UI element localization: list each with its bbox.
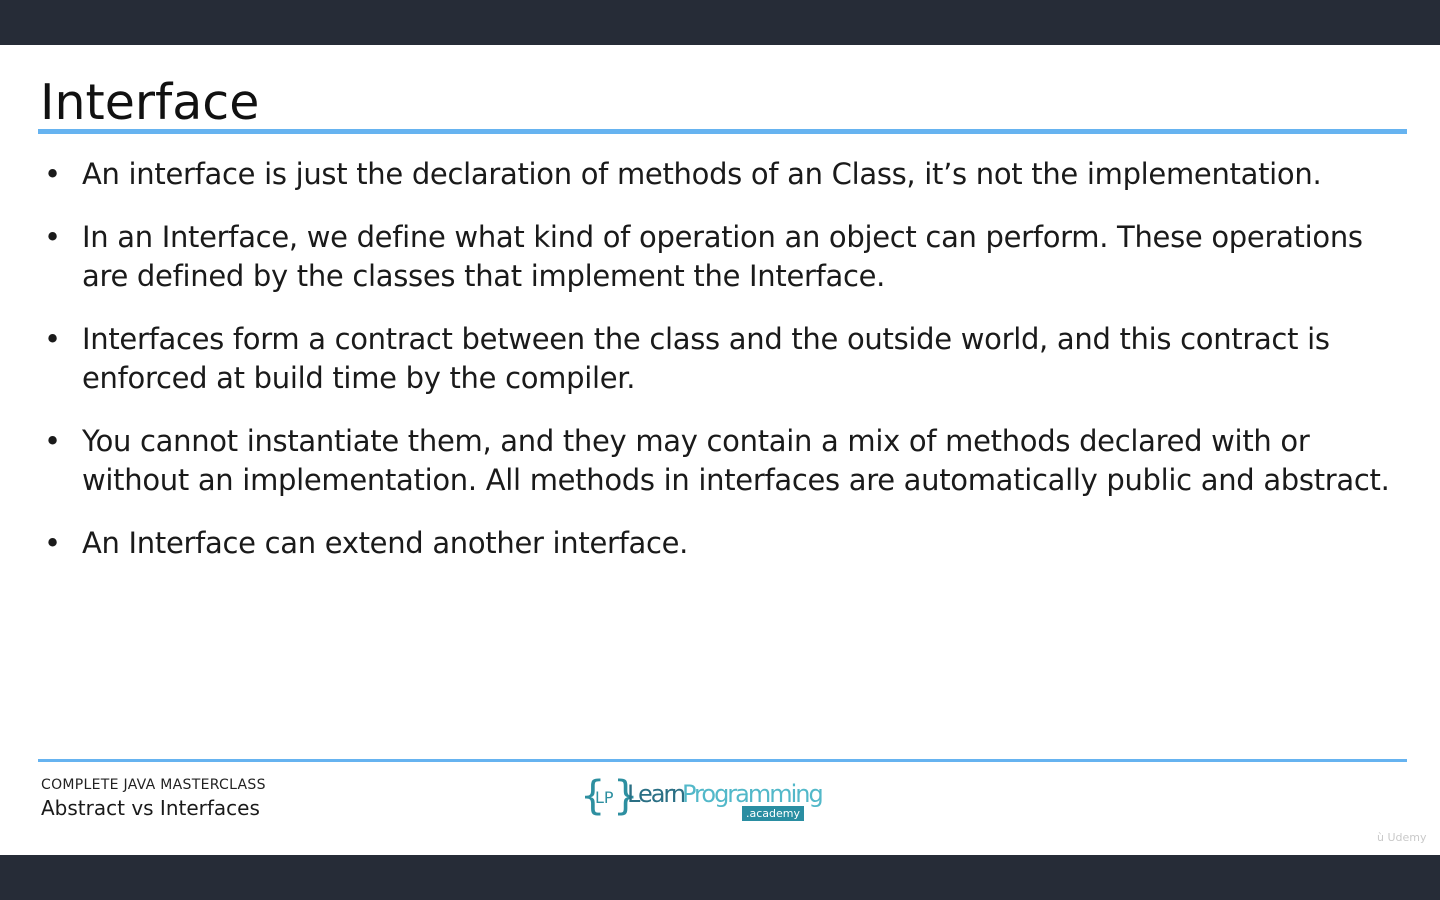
section-name: Abstract vs Interfaces — [41, 796, 260, 820]
slide: Interface • An interface is just the dec… — [0, 45, 1440, 855]
footer-divider — [38, 759, 1407, 762]
bullet-text: Interfaces form a contract between the c… — [82, 322, 1330, 395]
logo-word-programming: Programming — [682, 780, 824, 808]
bullet-text: In an Interface, we define what kind of … — [82, 220, 1363, 293]
logo-initials: LP — [595, 788, 614, 807]
course-name: COMPLETE JAVA MASTERCLASS — [41, 777, 266, 793]
bullet-dot: • — [44, 526, 61, 560]
bullet-item: • In an Interface, we define what kind o… — [40, 218, 1390, 296]
logo-academy-badge: .academy — [742, 806, 805, 821]
bullet-dot: • — [44, 157, 61, 191]
udemy-logo-icon: ù — [1377, 831, 1388, 844]
learn-programming-logo: { LP } Learn Programming .academy — [580, 774, 825, 826]
bullet-dot: • — [44, 322, 61, 356]
bullet-item: • Interfaces form a contract between the… — [40, 320, 1390, 398]
bullet-item: • An Interface can extend another interf… — [40, 524, 1390, 563]
logo-word-learn: Learn — [627, 780, 686, 808]
bullet-dot: • — [44, 220, 61, 254]
udemy-watermark: ù Udemy — [1377, 831, 1427, 844]
watermark-text: Udemy — [1387, 831, 1427, 844]
bullet-list: • An interface is just the declaration o… — [40, 155, 1390, 587]
slide-title: Interface — [40, 74, 260, 131]
bullet-text: An Interface can extend another interfac… — [82, 526, 689, 560]
bottom-letterbox-bar — [0, 855, 1440, 900]
bullet-item: • An interface is just the declaration o… — [40, 155, 1390, 194]
title-divider — [38, 129, 1407, 134]
bullet-text: An interface is just the declaration of … — [82, 157, 1322, 191]
bullet-dot: • — [44, 424, 61, 458]
bullet-text: You cannot instantiate them, and they ma… — [82, 424, 1390, 497]
bullet-item: • You cannot instantiate them, and they … — [40, 422, 1390, 500]
top-letterbox-bar — [0, 0, 1440, 45]
